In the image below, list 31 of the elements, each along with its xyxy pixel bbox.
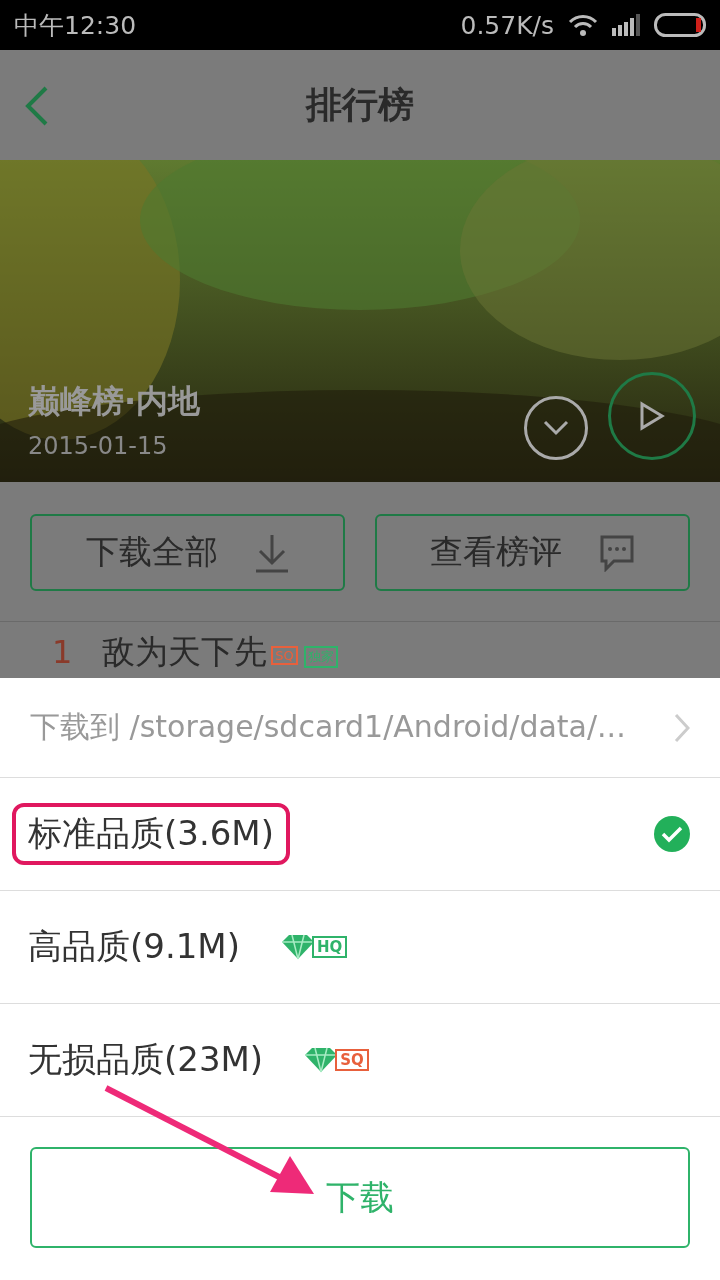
quality-label: 无损品质(23M) bbox=[28, 1039, 264, 1079]
page-title: 排行榜 bbox=[306, 82, 414, 127]
wifi-icon bbox=[568, 14, 598, 36]
quality-badge: HQ bbox=[311, 936, 348, 958]
download-path-row[interactable]: 下载到 /storage/sdcard1/Android/data/... bbox=[0, 678, 720, 778]
download-path: 下载到 /storage/sdcard1/Android/data/... bbox=[30, 708, 626, 746]
quality-badge: SQ bbox=[335, 1049, 369, 1071]
chart-date: 2015-01-15 bbox=[28, 432, 169, 460]
quality-label: 高品质(9.1M) bbox=[28, 926, 240, 966]
download-icon bbox=[253, 532, 290, 573]
expand-button[interactable] bbox=[524, 396, 588, 460]
battery-icon bbox=[654, 13, 706, 37]
quality-option[interactable]: 高品质(9.1M) HQ bbox=[0, 891, 720, 1004]
chevron-down-icon bbox=[543, 420, 569, 436]
signal-icon bbox=[612, 14, 640, 36]
chart-title: 巅峰榜·内地 bbox=[28, 381, 202, 422]
song-title: 敌为天下先 bbox=[102, 632, 268, 672]
network-speed: 0.57K/s bbox=[460, 10, 554, 40]
play-button[interactable] bbox=[608, 372, 696, 460]
action-button[interactable]: 查看榜评 bbox=[375, 514, 690, 591]
quality-option[interactable]: 标准品质(3.6M) bbox=[0, 778, 720, 891]
chevron-right-icon bbox=[674, 712, 690, 743]
action-button[interactable]: 下载全部 bbox=[30, 514, 345, 591]
quality-tag: SQ bbox=[271, 646, 298, 665]
play-icon bbox=[639, 401, 665, 431]
quality-option[interactable]: 无损品质(23M) SQ bbox=[0, 1004, 720, 1117]
download-button[interactable]: 下载 bbox=[30, 1147, 690, 1248]
song-rank: 1 bbox=[52, 632, 73, 672]
quality-label: 标准品质(3.6M) bbox=[28, 813, 274, 853]
status-time: 中午12:30 bbox=[14, 9, 137, 42]
quality-tag: 独家 bbox=[303, 646, 338, 668]
